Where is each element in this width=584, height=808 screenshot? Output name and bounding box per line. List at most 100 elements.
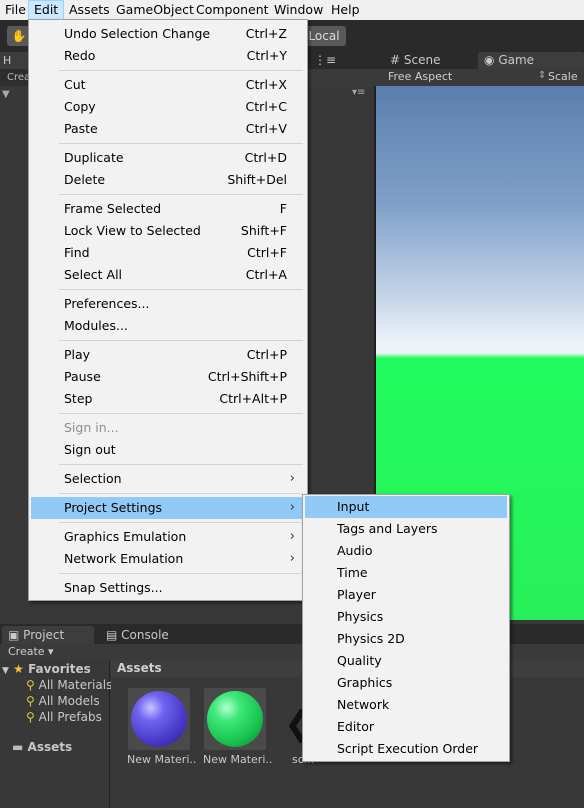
favorite-item[interactable]: ⚲ All Prefabs	[26, 710, 102, 724]
console-icon: ▤	[106, 628, 118, 642]
expand-icon: ▼	[2, 666, 9, 676]
menu-item-play[interactable]: Play Ctrl+P	[31, 344, 305, 366]
menu-separator	[59, 70, 303, 71]
menu-item-paste[interactable]: Paste Ctrl+V	[31, 118, 305, 140]
menu-item-shortcut: Ctrl+Shift+P	[207, 369, 287, 384]
menu-item-redo[interactable]: Redo Ctrl+Y	[31, 45, 305, 67]
menu-gameobject[interactable]: GameObject	[111, 0, 199, 20]
submenu-item-input[interactable]: Input	[305, 496, 507, 518]
hierarchy-tab[interactable]: H	[0, 52, 28, 69]
panel-menu-icon[interactable]: ▾≡	[352, 87, 365, 98]
tab-scene[interactable]: # Scene	[384, 52, 470, 69]
menu-item-modules[interactable]: Modules...	[31, 315, 305, 337]
submenu-item-time[interactable]: Time	[305, 562, 507, 584]
menu-item-selection[interactable]: Selection ›	[31, 468, 305, 490]
asset-name: New Materi...	[203, 753, 273, 766]
menu-item-snap-settings[interactable]: Snap Settings...	[31, 577, 305, 599]
favorites-row[interactable]: ▼ ★ Favorites	[2, 662, 91, 676]
submenu-item-label: Network	[337, 697, 390, 712]
tab-menu-icon[interactable]: ⋮≡	[308, 52, 352, 69]
submenu-item-script-execution-order[interactable]: Script Execution Order	[305, 738, 507, 760]
menu-item-select-all[interactable]: Select All Ctrl+A	[31, 264, 305, 286]
menu-item-delete[interactable]: Delete Shift+Del	[31, 169, 305, 191]
edit-menu: Undo Selection Change Ctrl+Z Redo Ctrl+Y Cut…	[28, 19, 308, 601]
search-icon: ⚲	[26, 678, 35, 692]
asset-thumbnail-material-2[interactable]	[204, 688, 266, 750]
hierarchy-create[interactable]: Crea	[0, 69, 30, 86]
submenu-item-player[interactable]: Player	[305, 584, 507, 606]
collapse-icon[interactable]: ▼	[2, 89, 10, 100]
submenu-arrow-icon: ›	[289, 551, 295, 566]
submenu-item-label: Quality	[337, 653, 382, 668]
menu-item-shortcut: Ctrl+P	[246, 347, 287, 362]
pivot-local-button[interactable]: Local	[302, 26, 346, 46]
sphere-material-preview	[131, 691, 187, 747]
menu-item-graphics-emulation[interactable]: Graphics Emulation ›	[31, 526, 305, 548]
menu-item-project-settings[interactable]: Project Settings ›	[31, 497, 305, 519]
menu-item-lock-view-to-selected[interactable]: Lock View to Selected Shift+F	[31, 220, 305, 242]
menu-item-find[interactable]: Find Ctrl+F	[31, 242, 305, 264]
star-icon: ★	[13, 662, 24, 676]
submenu-item-network[interactable]: Network	[305, 694, 507, 716]
menu-separator	[59, 289, 303, 290]
game-view-header: Free Aspect ⇕ Scale	[306, 69, 584, 86]
menu-item-label: Find	[64, 245, 90, 260]
menu-item-frame-selected[interactable]: Frame Selected F	[31, 198, 305, 220]
menu-help[interactable]: Help	[326, 0, 365, 20]
tab-console[interactable]: ▤ Console	[100, 626, 192, 644]
menu-item-label: Delete	[64, 172, 106, 187]
menu-item-label: Snap Settings...	[64, 580, 163, 595]
aspect-dropdown[interactable]: Free Aspect	[388, 70, 452, 83]
menu-item-label: Pause	[64, 369, 101, 384]
menu-item-label: Cut	[64, 77, 86, 92]
menu-item-duplicate[interactable]: Duplicate Ctrl+D	[31, 147, 305, 169]
menu-item-step[interactable]: Step Ctrl+Alt+P	[31, 388, 305, 410]
menu-item-sign-out[interactable]: Sign out	[31, 439, 305, 461]
assets-folder-row[interactable]: ▬ Assets	[12, 740, 72, 754]
submenu-item-label: Graphics	[337, 675, 393, 690]
submenu-item-label: Audio	[337, 543, 373, 558]
submenu-item-tags-and-layers[interactable]: Tags and Layers	[305, 518, 507, 540]
menu-edit[interactable]: Edit	[28, 0, 65, 20]
aspect-dropdown-arrow-icon: ⇕	[538, 70, 547, 81]
submenu-item-editor[interactable]: Editor	[305, 716, 507, 738]
menu-item-label: Network Emulation	[64, 551, 184, 566]
submenu-arrow-icon: ›	[289, 471, 295, 486]
grid-icon: #	[390, 53, 401, 67]
menu-component[interactable]: Component	[191, 0, 274, 20]
submenu-item-label: Input	[337, 499, 370, 514]
menu-item-copy[interactable]: Copy Ctrl+C	[31, 96, 305, 118]
menu-item-shortcut: Ctrl+V	[245, 121, 287, 136]
menu-item-label: Graphics Emulation	[64, 529, 187, 544]
submenu-item-graphics[interactable]: Graphics	[305, 672, 507, 694]
tab-game[interactable]: ◉ Game	[478, 52, 584, 69]
menu-file[interactable]: File	[0, 0, 31, 20]
submenu-item-physics[interactable]: Physics	[305, 606, 507, 628]
asset-thumbnail-material-1[interactable]	[128, 688, 190, 750]
submenu-item-label: Tags and Layers	[337, 521, 438, 536]
menu-item-label: Lock View to Selected	[64, 223, 201, 238]
submenu-item-quality[interactable]: Quality	[305, 650, 507, 672]
tab-project[interactable]: ▣ Project	[2, 626, 94, 644]
asset-name: New Materi...	[127, 753, 197, 766]
menu-item-shortcut: Shift+F	[240, 223, 287, 238]
favorite-item[interactable]: ⚲ All Materials	[26, 678, 112, 692]
menu-separator	[59, 194, 303, 195]
submenu-item-physics-2d[interactable]: Physics 2D	[305, 628, 507, 650]
menu-window[interactable]: Window	[269, 0, 328, 20]
submenu-item-label: Player	[337, 587, 376, 602]
favorite-item[interactable]: ⚲ All Models	[26, 694, 100, 708]
menu-assets[interactable]: Assets	[64, 0, 115, 20]
create-dropdown[interactable]: Create ▾	[8, 645, 54, 658]
menu-item-cut[interactable]: Cut Ctrl+X	[31, 74, 305, 96]
menu-item-undo-selection-change[interactable]: Undo Selection Change Ctrl+Z	[31, 23, 305, 45]
menu-item-label: Play	[64, 347, 91, 362]
menu-item-shortcut: Ctrl+Y	[246, 48, 287, 63]
sphere-material-preview	[207, 691, 263, 747]
menu-item-shortcut: Ctrl+D	[244, 150, 287, 165]
submenu-item-audio[interactable]: Audio	[305, 540, 507, 562]
menu-item-shortcut: F	[279, 201, 287, 216]
menu-item-preferences[interactable]: Preferences...	[31, 293, 305, 315]
menu-item-network-emulation[interactable]: Network Emulation ›	[31, 548, 305, 570]
menu-item-pause[interactable]: Pause Ctrl+Shift+P	[31, 366, 305, 388]
